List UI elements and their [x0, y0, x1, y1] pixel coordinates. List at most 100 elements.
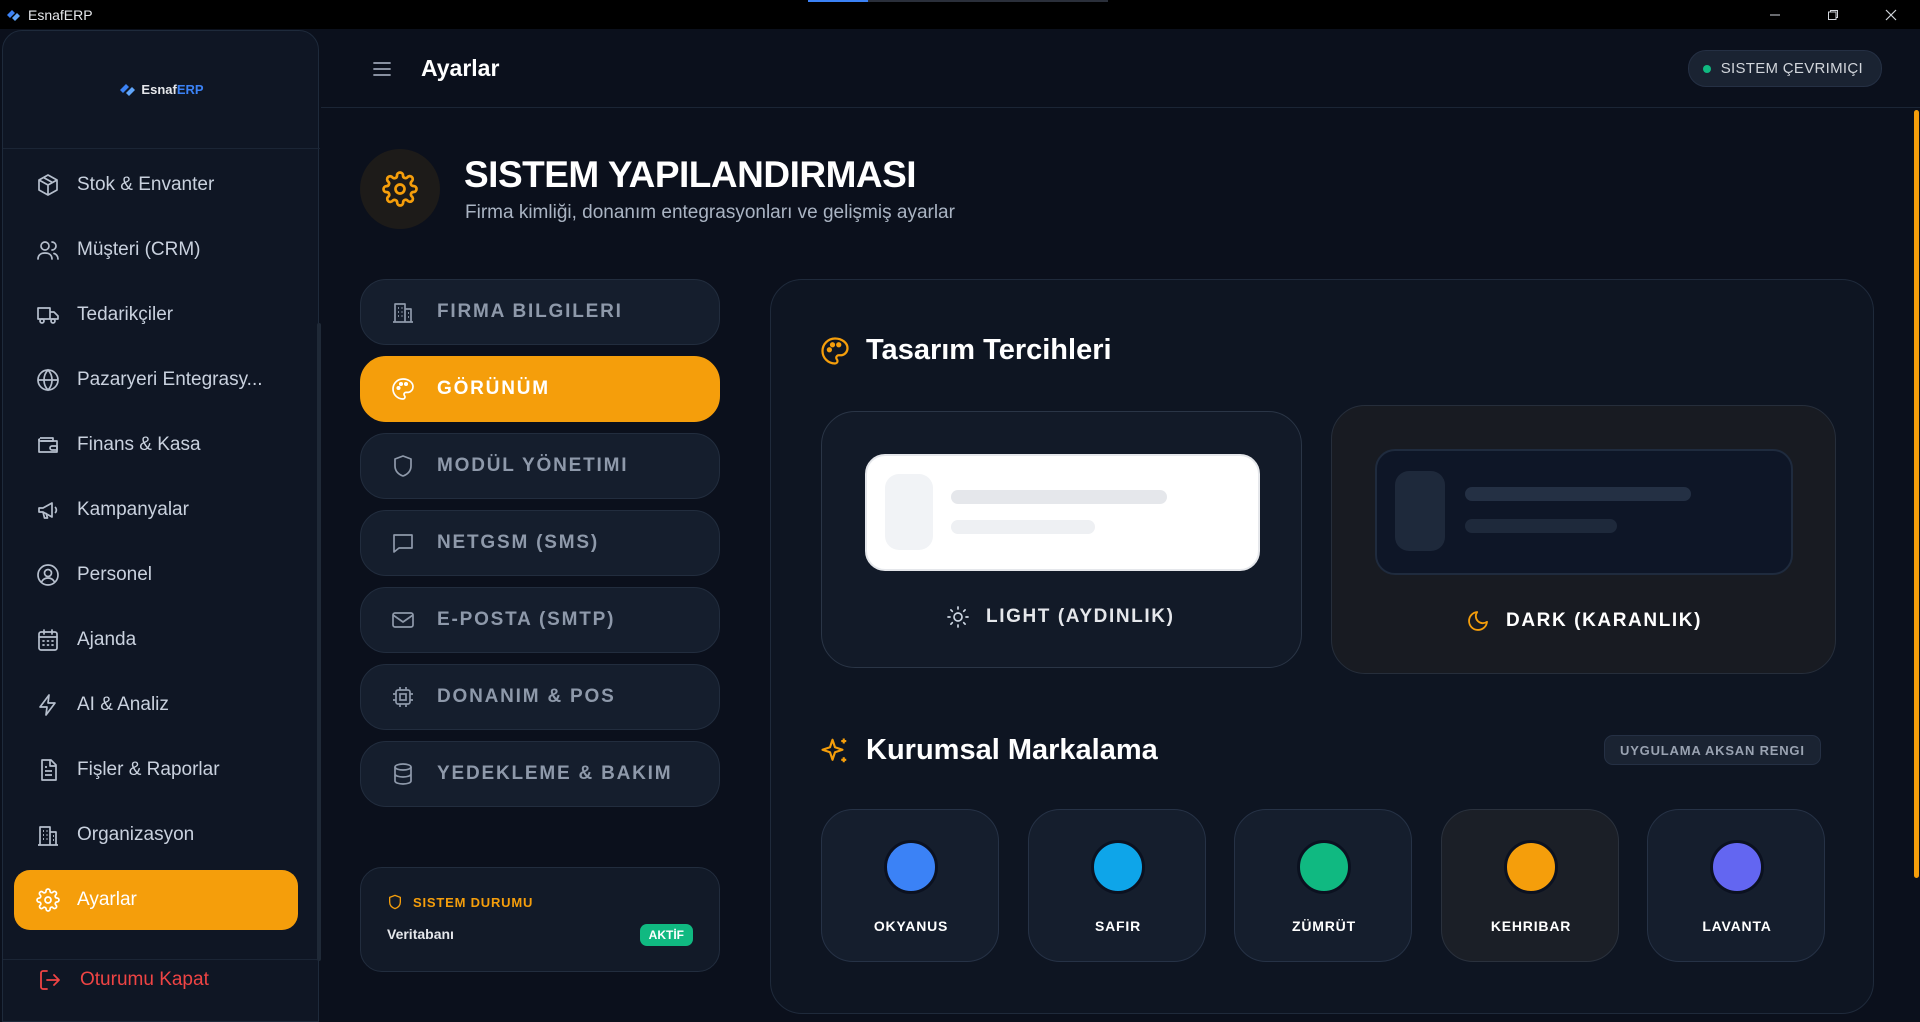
swatch-zumrut[interactable]: ZÜMRÜT: [1234, 809, 1412, 962]
close-button[interactable]: [1862, 0, 1920, 29]
swatch-kehribar[interactable]: KEHRIBAR: [1441, 809, 1619, 962]
window-controls: [1746, 0, 1920, 29]
tab-netgsm-sms[interactable]: NETGSM (SMS): [360, 510, 720, 576]
tab-appearance[interactable]: GÖRÜNÜM: [360, 356, 720, 422]
sidebar-item-campaigns[interactable]: Kampanyalar: [14, 480, 298, 540]
dark-theme-preview: [1375, 449, 1793, 575]
corporate-branding-title: Kurumsal Markalama: [820, 734, 1158, 767]
brand-icon: [120, 84, 136, 96]
shield-icon: [389, 894, 401, 910]
tab-backup-maintenance[interactable]: YEDEKLEME & BAKIM: [360, 741, 720, 807]
status-text: SISTEM ÇEVRIMIÇI: [1720, 60, 1863, 77]
tab-label: MODÜL YÖNETIMI: [437, 455, 629, 476]
cpu-icon: [393, 687, 413, 707]
logout-label: Oturumu Kapat: [80, 969, 209, 990]
logout-button[interactable]: Oturumu Kapat: [38, 968, 209, 992]
wallet-icon: [38, 437, 58, 453]
sidebar-item-label: Kampanyalar: [77, 499, 189, 520]
minimize-button[interactable]: [1746, 0, 1804, 29]
sidebar-item-label: Finans & Kasa: [77, 434, 201, 455]
tab-label: NETGSM (SMS): [437, 532, 599, 553]
sidebar-item-label: Stok & Envanter: [77, 174, 215, 195]
moon-icon: [1468, 611, 1488, 631]
title-bar: EsnafERP: [0, 0, 1920, 29]
gear-icon: [36, 888, 60, 912]
tab-module-management[interactable]: MODÜL YÖNETIMI: [360, 433, 720, 499]
sidebar-nav: Stok & Envanter Müşteri (CRM) Tedarikçil…: [14, 155, 298, 935]
truck-icon: [37, 307, 59, 324]
tab-email-smtp[interactable]: E-POSTA (SMTP): [360, 587, 720, 653]
sidebar-item-staff[interactable]: Personel: [14, 545, 298, 605]
sidebar-item-finance[interactable]: Finans & Kasa: [14, 415, 298, 475]
globe-icon: [37, 368, 59, 392]
light-theme-option[interactable]: LIGHT (AYDINLIK): [821, 411, 1302, 668]
sidebar-item-crm[interactable]: Müşteri (CRM): [14, 220, 298, 280]
minimize-icon: [1770, 14, 1780, 15]
system-status-pill: SISTEM ÇEVRIMIÇI: [1687, 50, 1882, 87]
main-scrollbar[interactable]: [1914, 110, 1919, 878]
preview-line: [1465, 519, 1617, 533]
calendar-icon: [38, 629, 58, 651]
sidebar-item-reports[interactable]: Fişler & Raporlar: [14, 740, 298, 800]
sidebar-item-label: AI & Analiz: [77, 694, 169, 715]
zap-icon: [39, 694, 56, 716]
shield-icon: [394, 455, 412, 477]
database-icon: [394, 763, 412, 785]
swatch-safir[interactable]: SAFIR: [1028, 809, 1206, 962]
tab-label: GÖRÜNÜM: [437, 378, 550, 399]
building-icon: [393, 303, 413, 323]
sidebar-item-label: Organizasyon: [77, 824, 195, 845]
section-heading: SISTEM YAPILANDIRMASI: [464, 154, 917, 195]
dark-theme-option[interactable]: DARK (KARANLIK): [1331, 405, 1836, 674]
preview-line: [951, 490, 1167, 504]
megaphone-icon: [38, 502, 58, 519]
sidebar-item-agenda[interactable]: Ajanda: [14, 610, 298, 670]
database-label: Veritabanı: [387, 926, 454, 942]
user-circle-icon: [37, 564, 59, 586]
sidebar-item-suppliers[interactable]: Tedarikçiler: [14, 285, 298, 345]
status-badge: AKTİF: [639, 924, 693, 946]
close-icon: [1885, 9, 1897, 20]
swatch-label: SAFIR: [1095, 918, 1141, 934]
design-preferences-title: Tasarım Tercihleri: [820, 334, 1112, 367]
brand-logo[interactable]: EsnafERP: [3, 81, 320, 97]
sidebar-item-label: Ajanda: [77, 629, 137, 650]
top-header: Ayarlar SISTEM ÇEVRIMIÇI: [321, 30, 1920, 108]
restore-icon: [1828, 9, 1838, 20]
preview-block: [1395, 471, 1445, 551]
package-icon: [38, 174, 58, 196]
accent-color-chip: UYGULAMA AKSAN RENGI: [1604, 735, 1821, 765]
tab-hardware-pos[interactable]: DONANIM & POS: [360, 664, 720, 730]
swatch-lavanta[interactable]: LAVANTA: [1647, 809, 1825, 962]
building-icon: [38, 826, 58, 846]
sidebar-item-organization[interactable]: Organizasyon: [14, 805, 298, 865]
restore-button[interactable]: [1804, 0, 1862, 29]
logout-icon: [40, 970, 60, 990]
sidebar-item-marketplace[interactable]: Pazaryeri Entegrasy...: [14, 350, 298, 410]
sidebar-item-settings[interactable]: Ayarlar: [14, 870, 298, 930]
tab-label: YEDEKLEME & BAKIM: [437, 763, 673, 784]
sidebar-scrollbar[interactable]: [317, 323, 321, 961]
swatch-okyanus[interactable]: OKYANUS: [821, 809, 999, 962]
sidebar-item-stock[interactable]: Stok & Envanter: [14, 155, 298, 215]
file-text-icon: [41, 759, 57, 781]
light-theme-preview: [865, 454, 1260, 571]
hamburger-menu-icon[interactable]: [371, 58, 393, 80]
preview-line: [951, 520, 1095, 534]
sidebar-item-label: Pazaryeri Entegrasy...: [77, 369, 263, 390]
sidebar-item-ai[interactable]: AI & Analiz: [14, 675, 298, 735]
loading-progress: [808, 0, 1108, 2]
brand-name: EsnafERP: [141, 81, 204, 97]
preview-line: [1465, 487, 1691, 501]
tab-label: E-POSTA (SMTP): [437, 609, 616, 630]
settings-hero-icon: [360, 149, 440, 229]
light-theme-label: LIGHT (AYDINLIK): [946, 605, 1175, 629]
sidebar-item-label: Müşteri (CRM): [77, 239, 201, 260]
tab-company-info[interactable]: FIRMA BILGILERI: [360, 279, 720, 345]
tab-label: DONANIM & POS: [437, 686, 616, 707]
dark-theme-label: DARK (KARANLIK): [1466, 609, 1702, 633]
message-icon: [393, 534, 413, 553]
tab-label: FIRMA BILGILERI: [437, 301, 623, 322]
swatch-label: LAVANTA: [1702, 918, 1772, 934]
swatch-label: KEHRIBAR: [1490, 918, 1572, 934]
